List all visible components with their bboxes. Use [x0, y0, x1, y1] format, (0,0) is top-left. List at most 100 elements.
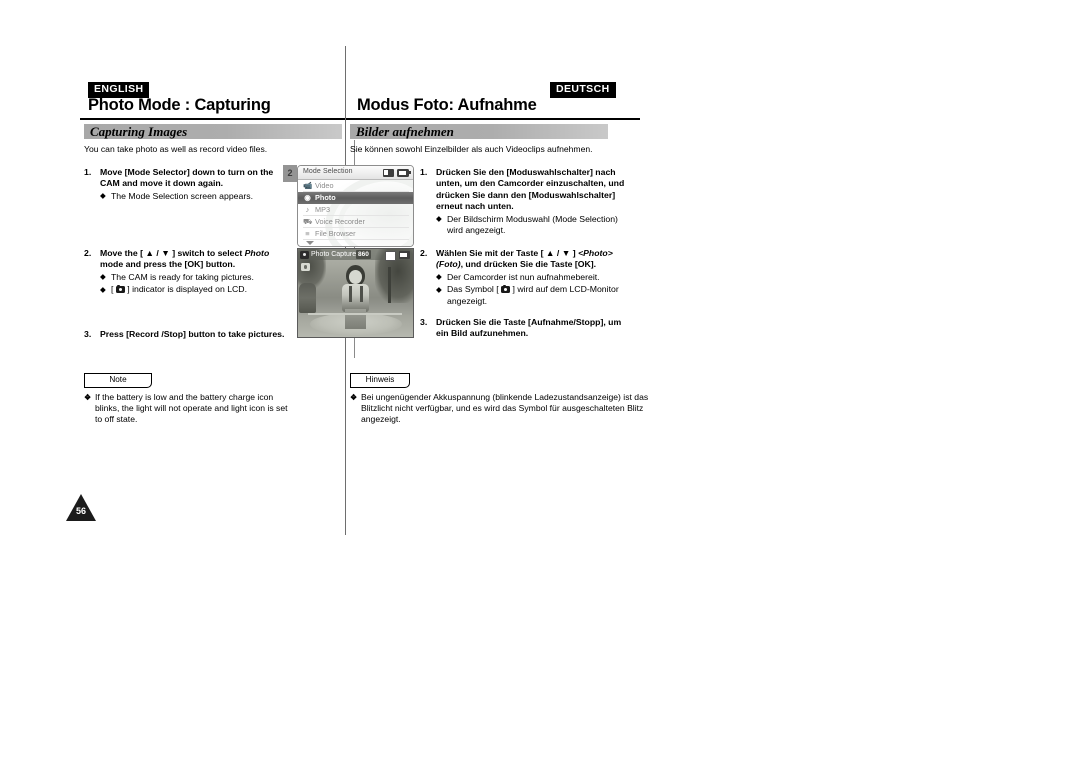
menu-item-label: Video — [315, 181, 334, 191]
step-bullet: ◆ The CAM is ready for taking pictures. — [100, 272, 289, 283]
file-browser-icon: ≡ — [305, 229, 310, 239]
step-bullet-text: Der Camcorder ist nun aufnahmebereit. — [447, 271, 600, 282]
diamond-bullet-icon: ◆ — [436, 214, 442, 224]
preview-child-face — [349, 270, 362, 284]
memory-card-icon — [385, 250, 396, 261]
diamond-bullet-icon: ◆ — [100, 272, 106, 282]
photo-capture-status-bar: Photo Capture 860 — [298, 249, 413, 261]
diamond-bullet-icon: ◆ — [436, 272, 442, 282]
page-title-english: Photo Mode : Capturing — [88, 96, 271, 114]
step-lead-text: Move the [ ▲ / ▼ ] switch to select Phot… — [100, 248, 269, 269]
memory-card-icon — [383, 168, 394, 177]
step-1-english: 1. Move [Mode Selector] down to turn on … — [84, 167, 289, 202]
menu-item-label: Voice Recorder — [315, 217, 365, 227]
step-number: 3. — [420, 317, 428, 327]
preview-child-strap-right — [360, 286, 363, 302]
step-bullet: ◆ The Mode Selection screen appears. — [100, 191, 289, 202]
step-bullet-text: The Mode Selection screen appears. — [111, 190, 253, 201]
photo-mode-icon — [115, 284, 125, 294]
step-number: 2. — [84, 248, 92, 258]
step-lead-pre: Move the [ ▲ / ▼ ] switch to select — [100, 248, 245, 258]
note-marker-icon: ❖ — [84, 393, 92, 402]
page-number-text: 56 — [75, 506, 86, 516]
preview-child-strap-left — [349, 286, 352, 302]
step-lead-post: mode and press the [OK] button. — [100, 259, 236, 270]
note-label-deutsch: Hinweis — [350, 373, 410, 388]
diamond-bullet-icon: ◆ — [100, 284, 106, 294]
bullet-text-pre: Das Symbol [ — [447, 284, 502, 295]
step-bullet-with-icon: ◆ Das Symbol [ ] wird auf dem LCD-Monito… — [436, 284, 632, 307]
step-lead-pre: Wählen Sie mit der Taste [ ▲ / ▼ ] — [436, 248, 579, 258]
preview-person-left — [299, 283, 316, 313]
photo-mode-icon — [300, 250, 309, 259]
figure-connector-bottom — [354, 336, 355, 358]
step-number: 3. — [84, 329, 92, 339]
section-heading-deutsch: Bilder aufnehmen — [356, 124, 454, 139]
step-2-english: 2. Move the [ ▲ / ▼ ] switch to select P… — [84, 248, 289, 296]
music-note-icon: ♪ — [305, 205, 310, 215]
step-lead-italic: Photo — [244, 248, 270, 258]
diamond-bullet-icon: ◆ — [436, 284, 442, 294]
screen-status-icons — [383, 168, 411, 177]
photo-mode-icon — [501, 284, 511, 294]
mode-menu-list: 📹 Video ◉ Photo ♪ MP3 ⛟ Voice Recorder ≡ — [298, 180, 413, 240]
step-lead-text: Drücken Sie den [Moduswahlschalter] nach… — [436, 167, 625, 212]
page-title-deutsch: Modus Foto: Aufnahme — [357, 96, 537, 114]
photo-mode-indicator-icon — [301, 263, 310, 271]
video-camera-icon: 📹 — [303, 181, 313, 191]
language-tag-deutsch: DEUTSCH — [550, 82, 616, 98]
photo-capture-label: Photo Capture — [311, 250, 357, 258]
note-body-deutsch: Bei ungenügender Akkuspannung (blinkende… — [361, 392, 649, 425]
intro-text-english: You can take photo as well as record vid… — [84, 144, 268, 154]
step-bullet-text: The CAM is ready for taking pictures. — [111, 271, 254, 282]
note-text-deutsch: ❖ Bei ungenügender Akkuspannung (blinken… — [350, 392, 651, 426]
step-2-deutsch: 2. Wählen Sie mit der Taste [ ▲ / ▼ ] <P… — [420, 248, 632, 307]
step-number: 1. — [84, 167, 92, 177]
note-marker-icon: ❖ — [350, 393, 358, 402]
step-bullet: ◆ Der Bildschirm Moduswahl (Mode Selecti… — [436, 214, 632, 237]
menu-item-label: MP3 — [315, 205, 331, 215]
step-number: 2. — [420, 248, 428, 258]
note-body-english: If the battery is low and the battery ch… — [95, 392, 288, 425]
step-lead-text: Wählen Sie mit der Taste [ ▲ / ▼ ] <Phot… — [436, 248, 613, 269]
title-rule-english — [80, 118, 345, 120]
preview-railing — [308, 312, 402, 315]
menu-item-mp3[interactable]: ♪ MP3 — [298, 204, 413, 216]
camera-icon: ◉ — [304, 193, 311, 203]
intro-text-deutsch: Sie können sowohl Einzelbilder als auch … — [350, 144, 593, 154]
note-text-english: ❖ If the battery is low and the battery … — [84, 392, 295, 426]
section-heading-english: Capturing Images — [90, 124, 188, 139]
battery-icon — [397, 168, 411, 177]
figure-step-marker: 2 — [283, 165, 297, 182]
step-number: 1. — [420, 167, 428, 177]
step-3-english: 3. Press [Record /Stop] button to take p… — [84, 329, 299, 340]
title-rule-deutsch — [346, 118, 640, 120]
step-lead-text: Press [Record /Stop] button to take pict… — [100, 329, 285, 339]
step-lead-post: , und drücken Sie die Taste [OK]. — [460, 259, 597, 270]
preview-child-body — [342, 284, 369, 312]
menu-separator — [303, 239, 409, 240]
step-bullet-text: Der Bildschirm Moduswahl (Mode Selection… — [447, 213, 618, 236]
step-bullet: ◆ Der Camcorder ist nun aufnahmebereit. — [436, 272, 632, 283]
bullet-text-post: ] indicator is displayed on LCD. — [124, 284, 247, 295]
diamond-bullet-icon: ◆ — [100, 191, 106, 201]
menu-item-label: Photo — [315, 193, 336, 203]
menu-item-file-browser[interactable]: ≡ File Browser — [298, 228, 413, 240]
step-bullet-with-icon: ◆ [ ] indicator is displayed on LCD. — [100, 284, 289, 295]
menu-item-label: File Browser — [315, 229, 356, 239]
step-lead-text: Move [Mode Selector] down to turn on the… — [100, 167, 274, 189]
scroll-down-arrow-icon[interactable] — [306, 241, 314, 245]
menu-item-voice-recorder[interactable]: ⛟ Voice Recorder — [298, 216, 413, 228]
menu-item-video[interactable]: 📹 Video — [298, 180, 413, 192]
remaining-shots-counter: 860 — [356, 250, 371, 260]
mode-selection-screen: Mode Selection 📹 Video ◉ Photo ♪ MP3 ⛟ V… — [297, 165, 414, 247]
manual-page-spread: ENGLISH Photo Mode : Capturing Capturing… — [0, 0, 1080, 763]
page-number-badge: 56 — [66, 494, 96, 521]
photo-capture-screen: Photo Capture 860 — [297, 248, 414, 338]
step-1-deutsch: 1. Drücken Sie den [Moduswahlschalter] n… — [420, 167, 632, 236]
menu-item-photo[interactable]: ◉ Photo — [298, 192, 413, 204]
battery-icon — [399, 250, 410, 259]
step-lead-text: Drücken Sie die Taste [Aufnahme/Stopp], … — [436, 317, 622, 339]
photo-status-icons — [385, 250, 410, 261]
screen-title: Mode Selection — [303, 167, 353, 175]
